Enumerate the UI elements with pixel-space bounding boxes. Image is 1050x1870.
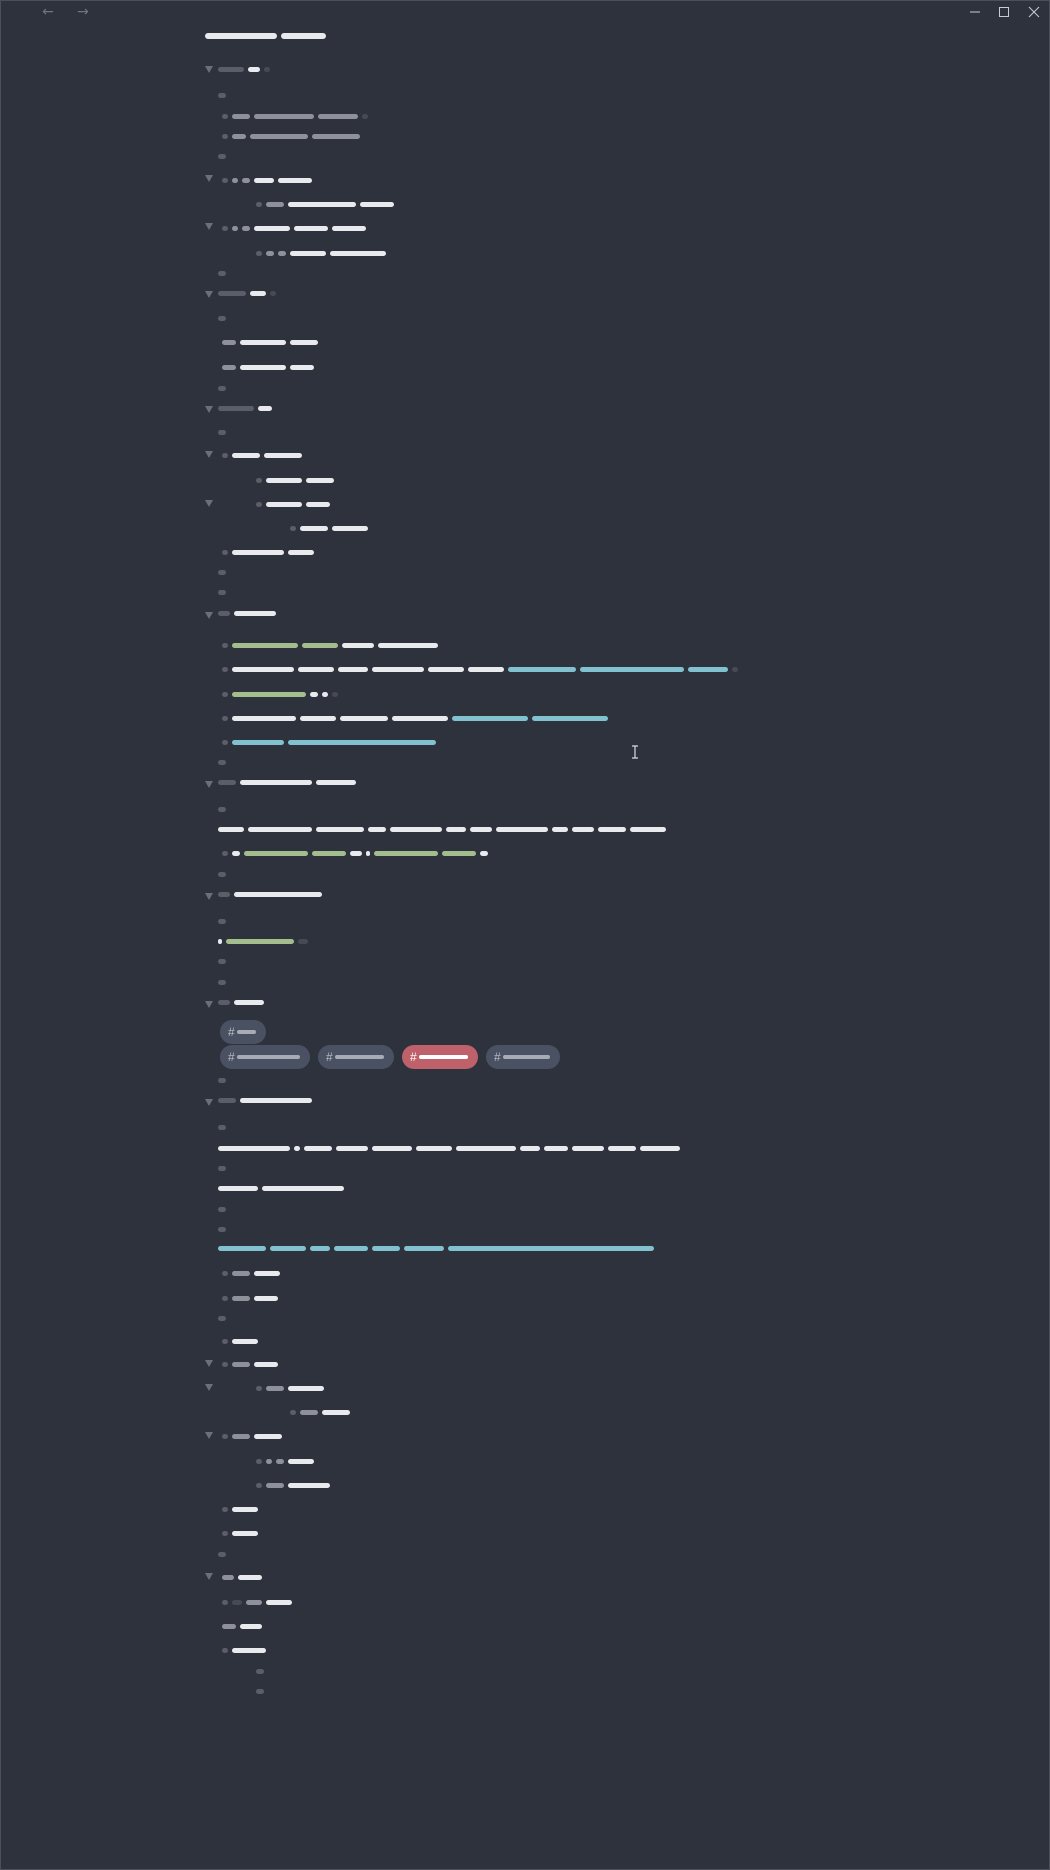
list-item[interactable] xyxy=(222,1597,296,1607)
hash-icon: # xyxy=(410,1050,417,1064)
document-title xyxy=(205,31,330,41)
tag-chip[interactable]: # xyxy=(318,1045,394,1069)
heading[interactable] xyxy=(218,1095,316,1105)
list-item[interactable] xyxy=(222,111,372,121)
list-marker xyxy=(218,1204,230,1214)
list-item[interactable] xyxy=(222,450,306,460)
collapse-toggle-icon[interactable] xyxy=(205,175,213,182)
code-line[interactable] xyxy=(222,689,342,699)
code-line[interactable] xyxy=(222,664,742,674)
tag-chip-active[interactable]: # xyxy=(402,1045,478,1069)
collapse-toggle-icon[interactable] xyxy=(205,66,213,73)
heading[interactable] xyxy=(218,403,276,413)
list-marker xyxy=(218,1549,230,1559)
collapse-toggle-icon[interactable] xyxy=(205,781,213,788)
code-line[interactable] xyxy=(222,848,492,858)
code-line[interactable] xyxy=(218,936,312,946)
collapse-toggle-icon[interactable] xyxy=(205,1384,213,1391)
list-marker xyxy=(218,757,230,767)
list-item[interactable] xyxy=(222,362,318,372)
tag-chip[interactable]: # xyxy=(220,1045,310,1069)
hash-icon: # xyxy=(228,1050,235,1064)
collapse-toggle-icon[interactable] xyxy=(205,291,213,298)
list-item[interactable] xyxy=(256,475,338,485)
list-item[interactable] xyxy=(256,499,334,509)
list-item[interactable] xyxy=(256,1383,328,1393)
list-marker xyxy=(218,977,230,987)
list-item[interactable] xyxy=(222,131,364,141)
list-item[interactable] xyxy=(222,175,316,185)
list-item[interactable] xyxy=(256,199,398,209)
list-item[interactable] xyxy=(222,1504,262,1514)
collapse-toggle-icon[interactable] xyxy=(205,1360,213,1367)
list-item[interactable] xyxy=(256,248,390,258)
list-item[interactable] xyxy=(222,547,318,557)
paragraph-line[interactable] xyxy=(218,824,670,834)
collapse-toggle-icon[interactable] xyxy=(205,1099,213,1106)
list-marker xyxy=(218,313,230,323)
heading[interactable] xyxy=(218,288,280,298)
list-marker xyxy=(218,587,230,597)
list-marker xyxy=(218,1122,230,1132)
list-item[interactable] xyxy=(290,523,372,533)
list-item[interactable] xyxy=(222,1621,266,1631)
code-line[interactable] xyxy=(222,713,612,723)
list-item[interactable] xyxy=(222,1528,262,1538)
hash-icon: # xyxy=(326,1050,333,1064)
list-item[interactable] xyxy=(222,1336,262,1346)
list-item[interactable] xyxy=(222,1572,266,1582)
list-item[interactable] xyxy=(222,1293,282,1303)
list-item[interactable] xyxy=(222,1268,284,1278)
link-line[interactable] xyxy=(218,1243,658,1253)
list-marker xyxy=(218,1224,230,1234)
hash-icon: # xyxy=(494,1050,501,1064)
list-item[interactable] xyxy=(290,1407,354,1417)
collapse-toggle-icon[interactable] xyxy=(205,893,213,900)
collapse-toggle-icon[interactable] xyxy=(205,612,213,619)
collapse-toggle-icon[interactable] xyxy=(205,500,213,507)
collapse-toggle-icon[interactable] xyxy=(205,406,213,413)
list-marker xyxy=(218,1163,230,1173)
list-marker xyxy=(218,268,230,278)
paragraph-line[interactable] xyxy=(218,1183,348,1193)
heading[interactable] xyxy=(218,64,274,74)
list-marker xyxy=(218,956,230,966)
heading[interactable] xyxy=(218,997,268,1007)
list-item[interactable] xyxy=(222,223,370,233)
list-marker xyxy=(218,151,230,161)
list-marker xyxy=(218,916,230,926)
list-marker xyxy=(218,90,230,100)
list-marker xyxy=(218,1313,230,1323)
paragraph-line[interactable] xyxy=(218,1143,684,1153)
tag-chip[interactable]: # xyxy=(220,1020,266,1044)
collapse-toggle-icon[interactable] xyxy=(205,223,213,230)
list-item[interactable] xyxy=(222,1431,286,1441)
list-marker xyxy=(256,1666,268,1676)
heading[interactable] xyxy=(218,777,360,787)
code-line[interactable] xyxy=(222,737,440,747)
heading[interactable] xyxy=(218,889,326,899)
list-item[interactable] xyxy=(222,1645,270,1655)
list-marker xyxy=(218,869,230,879)
code-line[interactable] xyxy=(222,640,442,650)
list-marker xyxy=(218,1075,230,1085)
list-item[interactable] xyxy=(222,1359,282,1369)
list-marker xyxy=(218,383,230,393)
collapse-toggle-icon[interactable] xyxy=(205,1001,213,1008)
tag-chip[interactable]: # xyxy=(486,1045,560,1069)
list-item[interactable] xyxy=(256,1480,334,1490)
heading[interactable] xyxy=(218,608,280,618)
text-cursor-icon xyxy=(632,745,638,759)
list-marker xyxy=(218,567,230,577)
list-marker xyxy=(218,427,230,437)
collapse-toggle-icon[interactable] xyxy=(205,1573,213,1580)
list-item[interactable] xyxy=(256,1456,318,1466)
collapse-toggle-icon[interactable] xyxy=(205,1432,213,1439)
list-item[interactable] xyxy=(222,337,322,347)
hash-icon: # xyxy=(228,1025,235,1039)
document-outline: # # # # # xyxy=(0,0,1050,1870)
collapse-toggle-icon[interactable] xyxy=(205,451,213,458)
list-marker xyxy=(218,804,230,814)
list-marker xyxy=(256,1686,268,1696)
